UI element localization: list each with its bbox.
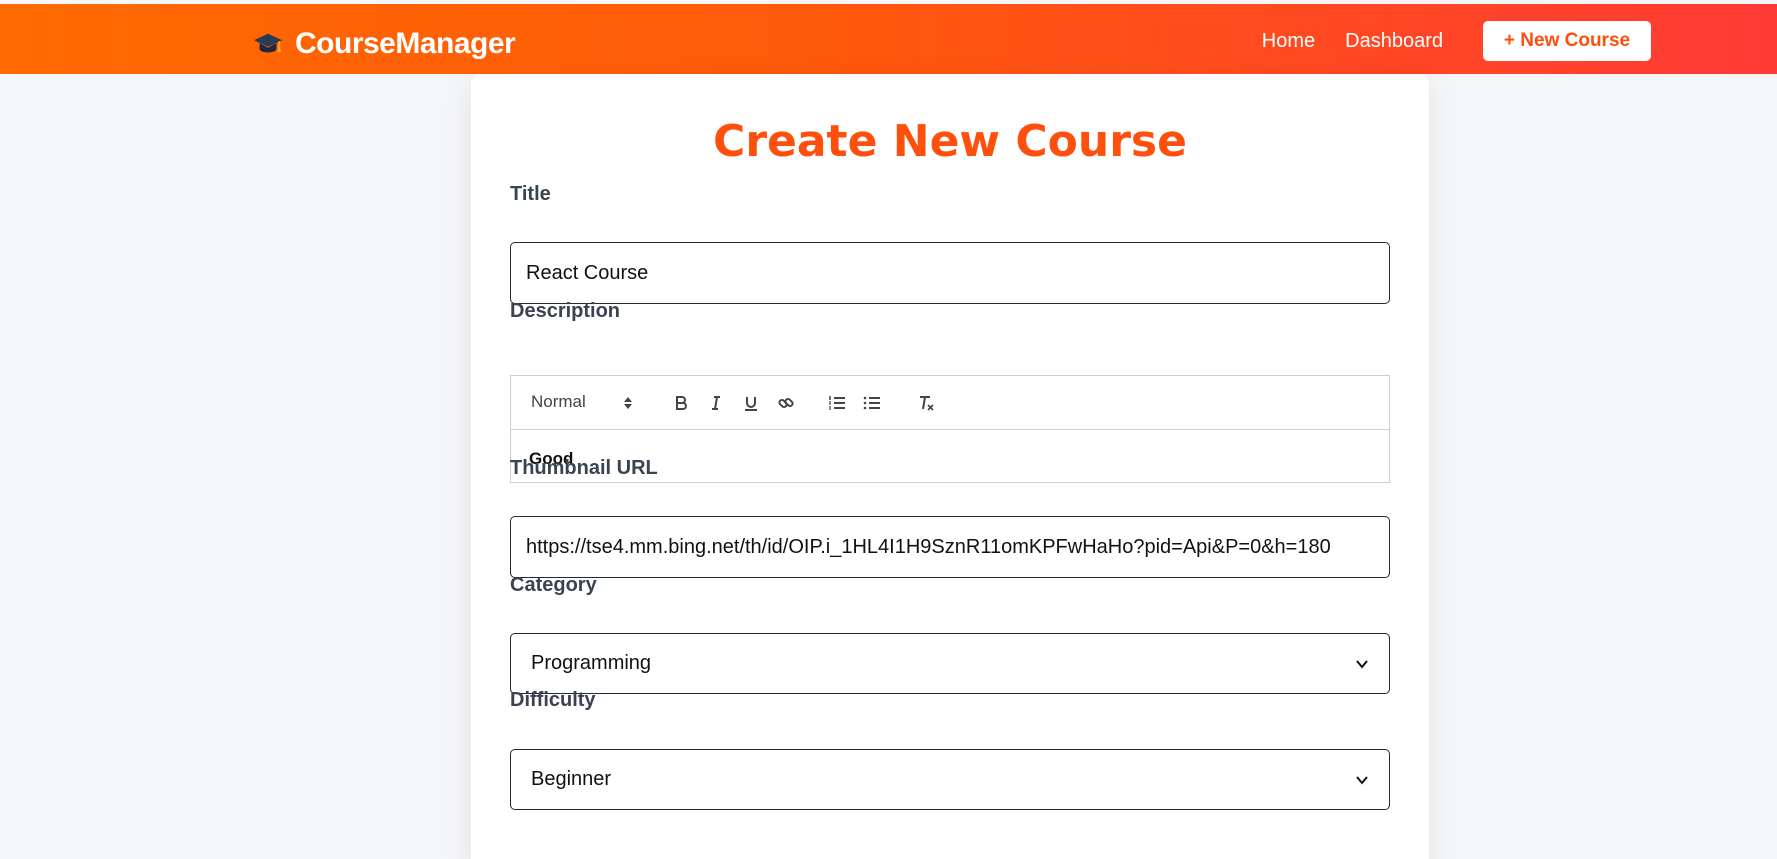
description-label: Description: [510, 300, 621, 322]
bold-button[interactable]: [669, 391, 693, 415]
page-title: Create New Course: [713, 116, 1187, 167]
thumbnail-label: Thumbnail URL: [510, 457, 658, 479]
ordered-list-icon: [829, 396, 845, 410]
format-select-value: Normal: [531, 392, 586, 411]
brand[interactable]: CourseManager: [253, 24, 516, 64]
difficulty-select[interactable]: Beginner: [510, 749, 1390, 810]
clear-format-button[interactable]: [914, 391, 938, 415]
chevron-down-icon: [1356, 659, 1368, 669]
italic-button[interactable]: [704, 391, 728, 415]
format-select[interactable]: Normal: [531, 392, 641, 414]
updown-arrows-icon: [624, 397, 632, 409]
category-select-value: Programming: [531, 652, 652, 674]
editor-toolbar: Normal: [511, 376, 1389, 430]
title-label: Title: [510, 183, 551, 205]
underline-icon: [745, 397, 757, 411]
navbar: CourseManager Home Dashboard + New Cours…: [0, 4, 1777, 74]
chevron-down-icon: [1356, 775, 1368, 785]
title-input[interactable]: [510, 242, 1390, 304]
nav-home-link[interactable]: Home: [1262, 30, 1315, 53]
ordered-list-button[interactable]: [825, 391, 849, 415]
thumbnail-url-input[interactable]: [510, 516, 1390, 578]
category-select[interactable]: Programming: [510, 633, 1390, 694]
nav-dashboard-link[interactable]: Dashboard: [1345, 30, 1443, 53]
clear-format-icon: [920, 396, 934, 411]
category-label: Category: [510, 574, 597, 596]
bullet-list-button[interactable]: [860, 391, 884, 415]
graduation-cap-icon: [253, 33, 283, 53]
bullet-list-icon: [863, 396, 880, 410]
new-course-button[interactable]: + New Course: [1483, 21, 1651, 61]
italic-icon: [712, 396, 720, 410]
difficulty-label: Difficulty: [510, 689, 596, 711]
difficulty-select-value: Beginner: [531, 768, 612, 790]
underline-button[interactable]: [739, 391, 763, 415]
nav-links: Home Dashboard + New Course: [1262, 21, 1651, 61]
bold-icon: [676, 396, 687, 410]
brand-name: CourseManager: [295, 27, 516, 60]
create-course-card: Create New Course Title Description Norm…: [471, 74, 1429, 859]
link-icon: [778, 397, 794, 409]
link-button[interactable]: [774, 391, 798, 415]
